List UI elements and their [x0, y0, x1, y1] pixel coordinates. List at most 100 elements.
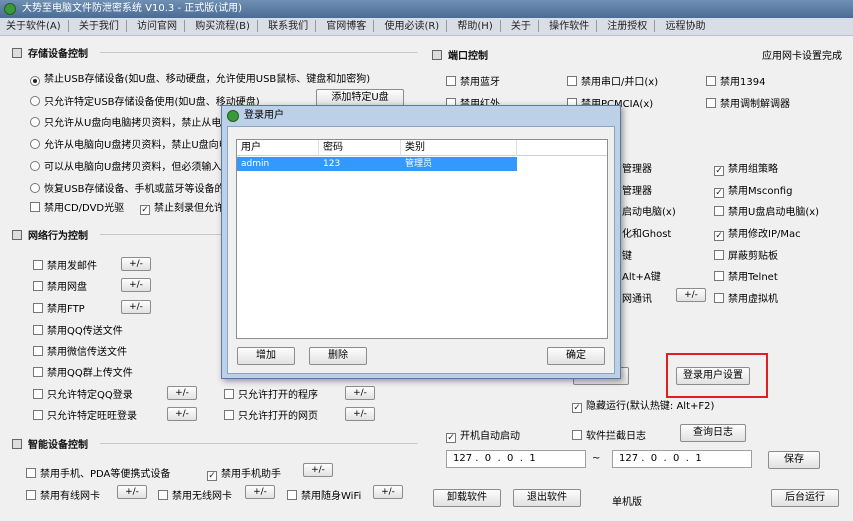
checkbox-icon[interactable]	[714, 206, 724, 216]
checkbox-icon[interactable]	[572, 430, 582, 440]
cb-specific-qq[interactable]: 只允许特定QQ登录	[33, 386, 133, 401]
menu-register[interactable]: 注册授权	[601, 18, 653, 36]
menu-about-us[interactable]: 关于我们	[73, 18, 125, 36]
cb-phone-assistant[interactable]: ✓ 禁用手机助手	[207, 465, 281, 481]
qq-plus-minus-button[interactable]: +/-	[167, 386, 197, 400]
cb-modify-ip[interactable]: ✓ 禁用修改IP/Mac	[714, 225, 801, 241]
checkbox-icon[interactable]	[33, 325, 43, 335]
radio-icon[interactable]	[30, 139, 40, 149]
option-pc-to-usb[interactable]: 允许从电脑向U盘拷贝资料，禁止U盘向电	[30, 136, 229, 151]
checkbox-icon[interactable]	[706, 98, 716, 108]
assistant-plus-minus-button[interactable]: +/-	[303, 463, 333, 477]
comm-plus-minus-button[interactable]: +/-	[676, 288, 706, 302]
cb-ftp[interactable]: 禁用FTP	[33, 300, 85, 315]
option-password-copy[interactable]: 可以从电脑向U盘拷贝资料，但必须输入管	[30, 158, 231, 173]
cb-modem[interactable]: 禁用调制解调器	[706, 95, 790, 110]
checkbox-checked-icon[interactable]: ✓	[714, 166, 724, 176]
checkbox-icon[interactable]	[287, 490, 297, 500]
wired-plus-minus-button[interactable]: +/-	[117, 485, 147, 499]
checkbox-checked-icon[interactable]: ✓	[446, 433, 456, 443]
save-button[interactable]: 保存	[768, 451, 820, 469]
cb-clipboard[interactable]: 屏蔽剪贴板	[714, 247, 778, 262]
menu-read-me[interactable]: 使用必读(R)	[378, 18, 445, 36]
uninstall-button[interactable]: 卸载软件	[433, 489, 501, 507]
cb-netdisk[interactable]: 禁用网盘	[33, 278, 87, 293]
view-log-button[interactable]: 查询日志	[680, 424, 746, 442]
radio-icon[interactable]	[30, 161, 40, 171]
cb-portable-devices[interactable]: 禁用手机、PDA等便携式设备	[26, 465, 170, 480]
option-usb-to-pc[interactable]: 只允许从U盘向电脑拷贝资料，禁止从电	[30, 114, 221, 129]
radio-icon[interactable]	[30, 96, 40, 106]
checkbox-icon[interactable]	[30, 202, 40, 212]
cb-1394[interactable]: 禁用1394	[706, 73, 765, 88]
checkbox-icon[interactable]	[33, 260, 43, 270]
menu-remote[interactable]: 远程协助	[659, 18, 711, 36]
email-plus-minus-button[interactable]: +/-	[121, 257, 151, 271]
checkbox-icon[interactable]	[33, 389, 43, 399]
netdisk-plus-minus-button[interactable]: +/-	[121, 278, 151, 292]
cb-disable-cd[interactable]: 禁用CD/DVD光驱	[30, 199, 124, 214]
radio-icon[interactable]	[30, 76, 40, 86]
checkbox-icon[interactable]	[714, 271, 724, 281]
cb-wechat-file[interactable]: 禁用微信传送文件	[33, 343, 127, 358]
radio-icon[interactable]	[30, 117, 40, 127]
menu-about-software[interactable]: 关于软件(A)	[0, 18, 67, 36]
cb-qq-file[interactable]: 禁用QQ传送文件	[33, 322, 123, 337]
checkbox-icon[interactable]	[714, 293, 724, 303]
checkbox-icon[interactable]	[567, 76, 577, 86]
cb-specific-wangwang[interactable]: 只允许特定旺旺登录	[33, 407, 137, 422]
cb-bluetooth[interactable]: 禁用蓝牙	[446, 73, 500, 88]
checkbox-icon[interactable]	[26, 490, 36, 500]
checkbox-icon[interactable]	[706, 76, 716, 86]
checkbox-icon[interactable]	[33, 346, 43, 356]
checkbox-checked-icon[interactable]: ✓	[572, 403, 582, 413]
checkbox-icon[interactable]	[33, 367, 43, 377]
delete-user-button[interactable]: 删除	[309, 347, 367, 365]
exit-button[interactable]: 退出软件	[513, 489, 581, 507]
option-restore-usb[interactable]: 恢复USB存储设备、手机或蓝牙等设备的	[30, 180, 225, 195]
ftp-plus-minus-button[interactable]: +/-	[121, 300, 151, 314]
cb-allowed-webpages[interactable]: 只允许打开的网页	[224, 407, 318, 422]
cb-qq-group[interactable]: 禁用QQ群上传文件	[33, 364, 133, 379]
checkbox-icon[interactable]	[224, 410, 234, 420]
menu-help[interactable]: 帮助(H)	[451, 18, 498, 36]
cb-group-policy[interactable]: ✓ 禁用组策略	[714, 160, 778, 176]
cb-serial[interactable]: 禁用串口/并口(x)	[567, 73, 658, 88]
cb-msconfig[interactable]: ✓ 禁用Msconfig	[714, 182, 792, 198]
cb-hide-run[interactable]: ✓ 隐藏运行(默认热键: Alt+F2)	[572, 397, 714, 413]
column-password[interactable]: 密码	[319, 140, 401, 156]
menu-operate[interactable]: 操作软件	[543, 18, 595, 36]
login-user-settings-button[interactable]: 登录用户设置	[676, 367, 750, 385]
cb-portable-wifi[interactable]: 禁用随身WiFi	[287, 487, 361, 502]
checkbox-icon[interactable]	[33, 303, 43, 313]
column-type[interactable]: 类别	[401, 140, 517, 156]
webpages-plus-minus-button[interactable]: +/-	[345, 407, 375, 421]
cb-usb-boot[interactable]: 禁用U盘启动电脑(x)	[714, 203, 819, 218]
checkbox-checked-icon[interactable]: ✓	[140, 205, 150, 215]
cb-burn[interactable]: ✓ 禁止刻录但允许	[140, 199, 224, 215]
cb-intercept-log[interactable]: 软件拦截日志	[572, 427, 646, 442]
checkbox-icon[interactable]	[714, 250, 724, 260]
programs-plus-minus-button[interactable]: +/-	[345, 386, 375, 400]
wifi-plus-minus-button[interactable]: +/-	[373, 485, 403, 499]
ip-from-input[interactable]: 127 . 0 . 0 . 1	[446, 450, 586, 468]
checkbox-icon[interactable]	[158, 490, 168, 500]
wireless-plus-minus-button[interactable]: +/-	[245, 485, 275, 499]
ok-button[interactable]: 确定	[547, 347, 605, 365]
checkbox-icon[interactable]	[33, 281, 43, 291]
cb-telnet[interactable]: 禁用Telnet	[714, 268, 778, 283]
ip-to-input[interactable]: 127 . 0 . 0 . 1	[612, 450, 752, 468]
checkbox-checked-icon[interactable]: ✓	[714, 231, 724, 241]
cb-allowed-programs[interactable]: 只允许打开的程序	[224, 386, 318, 401]
menu-contact[interactable]: 联系我们	[262, 18, 314, 36]
wangwang-plus-minus-button[interactable]: +/-	[167, 407, 197, 421]
cb-email[interactable]: 禁用发邮件	[33, 257, 97, 272]
cb-vm[interactable]: 禁用虚拟机	[714, 290, 778, 305]
cb-wireless-nic[interactable]: 禁用无线网卡	[158, 487, 232, 502]
menu-blog[interactable]: 官网博客	[320, 18, 372, 36]
checkbox-icon[interactable]	[224, 389, 234, 399]
checkbox-checked-icon[interactable]: ✓	[714, 188, 724, 198]
table-row[interactable]: admin 123 管理员	[237, 157, 517, 171]
menu-visit-site[interactable]: 访问官网	[131, 18, 183, 36]
cb-autostart[interactable]: ✓ 开机自动启动	[446, 427, 520, 443]
